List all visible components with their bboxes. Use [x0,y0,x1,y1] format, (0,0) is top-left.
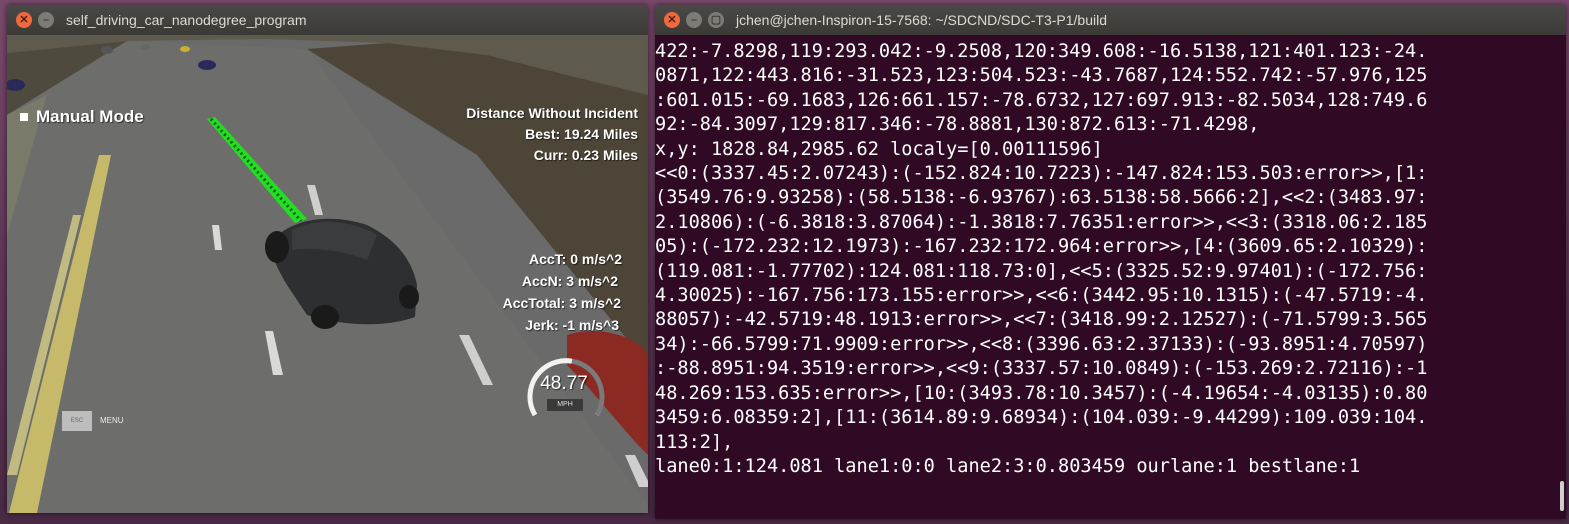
simulator-titlebar: ✕ – self_driving_car_nanodegree_program [7,5,648,35]
terminal-line: 88057):-42.5719:48.1913:error>>,<<7:(341… [655,309,1428,331]
terminal-scrollbar[interactable] [1556,35,1566,519]
terminal-line: :-88.8951:94.3519:error>>,<<9:(3337.57:1… [655,358,1428,380]
close-icon[interactable]: ✕ [16,12,32,28]
terminal-line: lane0:1:124.081 lane1:0:0 lane2:3:0.8034… [655,455,1361,477]
manual-mode-toggle[interactable] [20,113,28,121]
terminal-line: 05):(-172.232:12.1973):-167.232:172.964:… [655,236,1428,258]
terminal-line: 0871,122:443.816:-31.523,123:504.523:-43… [655,65,1428,87]
distant-car [198,60,216,70]
terminal-line: <<0:(3337.45:2.07243):(-152.824:10.7223)… [655,163,1428,185]
terminal-window: ✕ – ▢ jchen@jchen-Inspiron-15-7568: ~/SD… [655,5,1566,519]
terminal-line: (119.081:-1.77702):124.081:118.73:0],<<5… [655,260,1428,282]
distant-car [101,46,113,54]
ego-car-wheel [399,285,419,309]
minimize-icon[interactable]: – [38,12,54,28]
acc-n: AccN: 3 m/s^2 [521,273,618,289]
terminal-body[interactable]: 422:-7.8298,119:293.042:-9.2508,120:349.… [655,35,1566,519]
terminal-title: jchen@jchen-Inspiron-15-7568: ~/SDCND/SD… [736,12,1107,28]
terminal-line: 92:-84.3097,129:817.346:-78.8881,130:872… [655,114,1260,136]
ego-car-wheel [311,305,339,329]
ego-car-wheel [265,231,289,263]
close-icon[interactable]: ✕ [664,12,680,28]
simulator-scene[interactable]: Manual Mode Distance Without Incident Be… [7,35,648,513]
distant-car [140,44,150,50]
distant-car [180,46,190,52]
terminal-line: (3549.76:9.93258):(58.5138:-6.93767):63.… [655,187,1428,209]
scrollbar-thumb[interactable] [1560,481,1564,511]
terminal-line: 4.30025):-167.756:173.155:error>>,<<6:(3… [655,285,1428,307]
terminal-line: 2.10806):(-6.3818:3.87064):-1.3818:7.763… [655,211,1428,233]
terminal-line: 113:2], [655,431,734,453]
speed-unit: MPH [547,399,583,411]
acc-total: AccTotal: 3 m/s^2 [502,295,621,311]
terminal-line: :601.015:-69.1683,126:661.157:-78.6732,1… [655,89,1428,111]
terminal-titlebar: ✕ – ▢ jchen@jchen-Inspiron-15-7568: ~/SD… [655,5,1566,35]
speed-value: 48.77 [540,373,588,394]
terminal-line: 34):-66.5799:71.9909:error>>,<<8:(3396.6… [655,333,1428,355]
menu-label[interactable]: MENU [100,416,124,425]
terminal-line: 422:-7.8298,119:293.042:-9.2508,120:349.… [655,41,1428,62]
terminal-output: 422:-7.8298,119:293.042:-9.2508,120:349.… [655,40,1550,479]
terminal-line: 48.269:153.635:error>>,[10:(3493.78:10.3… [655,382,1428,404]
simulator-title: self_driving_car_nanodegree_program [66,12,307,28]
jerk: Jerk: -1 m/s^3 [525,317,619,333]
manual-mode-label[interactable]: Manual Mode [36,107,144,127]
maximize-icon[interactable]: ▢ [708,12,724,28]
esc-button[interactable]: ESC [62,411,92,431]
simulator-window: ✕ – self_driving_car_nanodegree_program [7,5,648,513]
minimize-icon[interactable]: – [686,12,702,28]
terminal-line: 3459:6.08359:2],[11:(3614.89:9.68934):(1… [655,407,1428,429]
best-distance: Best: 19.24 Miles [525,126,638,142]
current-distance: Curr: 0.23 Miles [533,147,638,163]
acc-t: AccT: 0 m/s^2 [529,251,622,267]
distance-title: Distance Without Incident [466,105,638,121]
terminal-line: x,y: 1828.84,2985.62 localy=[0.00111596] [655,138,1103,160]
